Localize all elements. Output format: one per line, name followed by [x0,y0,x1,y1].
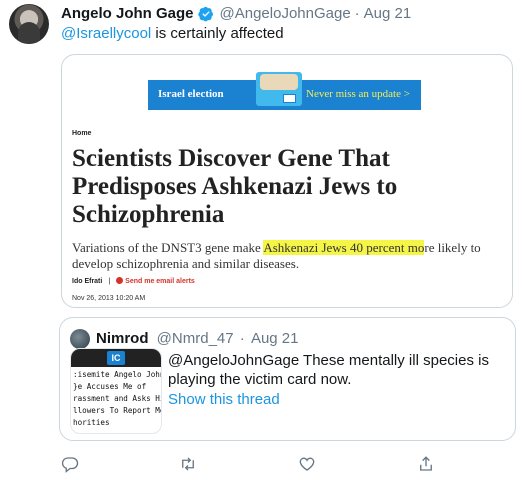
email-alert-label: Send me email alerts [125,278,195,285]
tweet-text-rest: is certainly affected [151,25,284,42]
tweet-header: Angelo John Gage @AngeloJohnGage · Aug 2… [61,5,411,22]
quoted-display-name: Nimrod [96,330,149,347]
byline-separator: | [108,277,111,285]
quoted-header: Nimrod @Nmrd_47 · Aug 21 [96,330,298,347]
show-thread-link[interactable]: Show this thread [168,391,280,408]
like-icon[interactable] [298,455,318,475]
display-name[interactable]: Angelo John Gage [61,5,194,22]
dek-highlight: Ashkenazi Jews 40 percent mo [263,240,425,255]
ballot-box-icon [256,72,302,106]
quoted-text: @AngeloJohnGage These mentally ill speci… [168,352,489,388]
alert-icon [116,277,124,284]
quoted-handle: @Nmrd_47 [156,330,234,347]
share-icon[interactable] [417,455,437,475]
banner-logo: Israel election [158,88,224,100]
banner-cta: Never miss an update > [306,88,410,100]
article-headline: Scientists Discover Gene That Predispose… [72,145,398,228]
avatar[interactable] [9,4,49,44]
quoted-avatar [70,329,90,349]
thumbnail-logo: IC [107,351,125,365]
email-alert-link: Send me email alerts [116,277,195,285]
dek-text: Variations of the DNST3 gene make [72,240,264,255]
mention-link[interactable]: @Israellycool [61,25,151,42]
breadcrumb: Home [72,130,92,137]
quoted-tweet[interactable]: Nimrod @Nmrd_47 · Aug 21 IC :isemite Ang… [59,317,516,441]
article-timestamp: Nov 26, 2013 10:20 AM [72,295,146,302]
quoted-thumbnail: IC :isemite Angelo John }e Accuses Me of… [70,348,162,434]
byline: Ido Efrati | Send me email alerts [72,277,195,285]
retweet-icon[interactable] [179,455,199,475]
thumbnail-text: :isemite Angelo John }e Accuses Me of ra… [73,370,161,427]
separator-dot: · [354,5,360,22]
verified-badge-icon [197,6,214,22]
article-dek: Variations of the DNST3 gene make Ashken… [72,240,512,272]
reply-icon[interactable] [61,455,81,475]
handle[interactable]: @AngeloJohnGage [220,5,351,22]
quoted-date: Aug 21 [250,330,299,347]
election-banner: Israel election Never miss an update > [148,72,421,110]
attached-image[interactable]: Israel election Never miss an update > H… [61,54,513,308]
tweet-actions [61,455,501,475]
author-name: Ido Efrati [72,277,103,285]
separator-dot: · [239,330,245,347]
tweet-text: @Israellycool is certainly affected [61,25,284,42]
tweet-date[interactable]: Aug 21 [364,5,412,22]
